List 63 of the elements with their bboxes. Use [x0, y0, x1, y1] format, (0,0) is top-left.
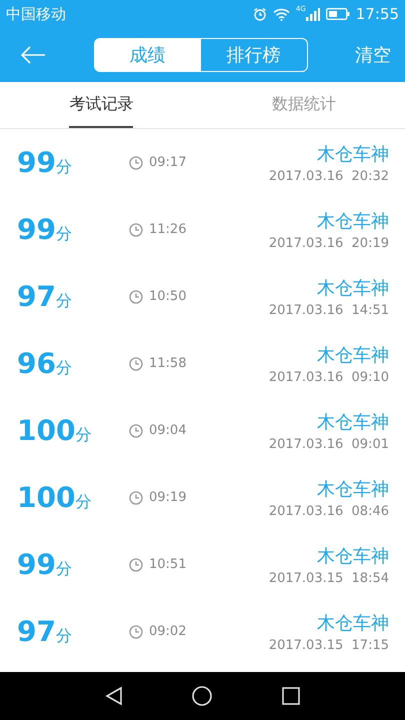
exam-duration: 11:26 [149, 222, 186, 237]
clear-button[interactable]: 清空 [355, 43, 391, 67]
exam-date: 2017.03.16 09:01 [268, 436, 389, 452]
exam-date: 2017.03.16 20:32 [268, 168, 389, 184]
user-name: 木仓车神 [317, 410, 389, 434]
carrier-name: 中国移动 [6, 4, 66, 24]
exam-date: 2017.03.15 18:54 [268, 570, 389, 586]
exam-date: 2017.03.16 14:51 [268, 302, 389, 318]
exam-date: 2017.03.16 20:19 [268, 236, 389, 250]
clock-icon [129, 490, 143, 504]
exam-duration: 09:17 [149, 155, 186, 170]
score-value: 99 [17, 146, 56, 179]
exam-duration: 10:50 [149, 289, 186, 304]
signal-icon [306, 8, 320, 20]
exam-duration: 09:04 [149, 423, 186, 438]
score-value: 99 [17, 213, 56, 246]
clock-icon [129, 290, 143, 304]
clock-icon [129, 558, 143, 572]
tab[interactable]: 数据统计 [272, 82, 336, 128]
battery-icon [326, 8, 350, 20]
user-name: 木仓车神 [317, 210, 389, 232]
clock-icon [129, 222, 143, 236]
segment-tab[interactable]: 成绩 [94, 39, 200, 71]
score-unit: 分 [56, 157, 72, 178]
score-value: 100 [17, 414, 76, 447]
score-value: 99 [17, 548, 56, 581]
clock-icon [129, 624, 143, 638]
recents-nav-icon[interactable] [282, 687, 300, 705]
user-name: 木仓车神 [317, 276, 389, 300]
score-value: 97 [17, 280, 56, 313]
score-value: 100 [17, 481, 76, 514]
back-button[interactable] [20, 46, 46, 64]
user-name: 木仓车神 [317, 478, 389, 500]
user-name: 木仓车神 [317, 612, 389, 634]
score-unit: 分 [56, 224, 72, 245]
exam-date: 2017.03.16 09:10 [268, 370, 389, 384]
score-value: 97 [17, 615, 56, 648]
score-unit: 分 [56, 626, 72, 647]
clock-icon [129, 156, 143, 170]
alarm-icon [252, 7, 267, 21]
score-unit: 分 [75, 425, 92, 446]
segment-tab[interactable]: 排行榜 [200, 39, 306, 71]
tab[interactable]: 考试记录 [69, 82, 134, 128]
score-value: 96 [17, 347, 56, 380]
score-unit: 分 [75, 492, 92, 513]
exam-date: 2017.03.15 17:15 [268, 638, 389, 652]
wifi-icon [272, 8, 290, 20]
exam-duration: 11:58 [149, 356, 186, 371]
home-nav-icon[interactable] [192, 686, 212, 706]
exam-date: 2017.03.16 08:46 [268, 504, 389, 518]
user-name: 木仓车神 [317, 544, 389, 568]
score-unit: 分 [56, 358, 72, 379]
exam-duration: 10:51 [149, 557, 186, 572]
user-name: 木仓车神 [317, 344, 389, 366]
user-name: 木仓车神 [317, 142, 389, 166]
clock-icon [129, 356, 143, 370]
clock-time: 17:55 [356, 5, 399, 23]
back-nav-icon[interactable] [104, 686, 123, 706]
score-unit: 分 [56, 291, 72, 312]
exam-duration: 09:19 [149, 490, 186, 505]
clock-icon [129, 424, 143, 438]
score-unit: 分 [56, 559, 72, 580]
exam-duration: 09:02 [149, 624, 186, 639]
